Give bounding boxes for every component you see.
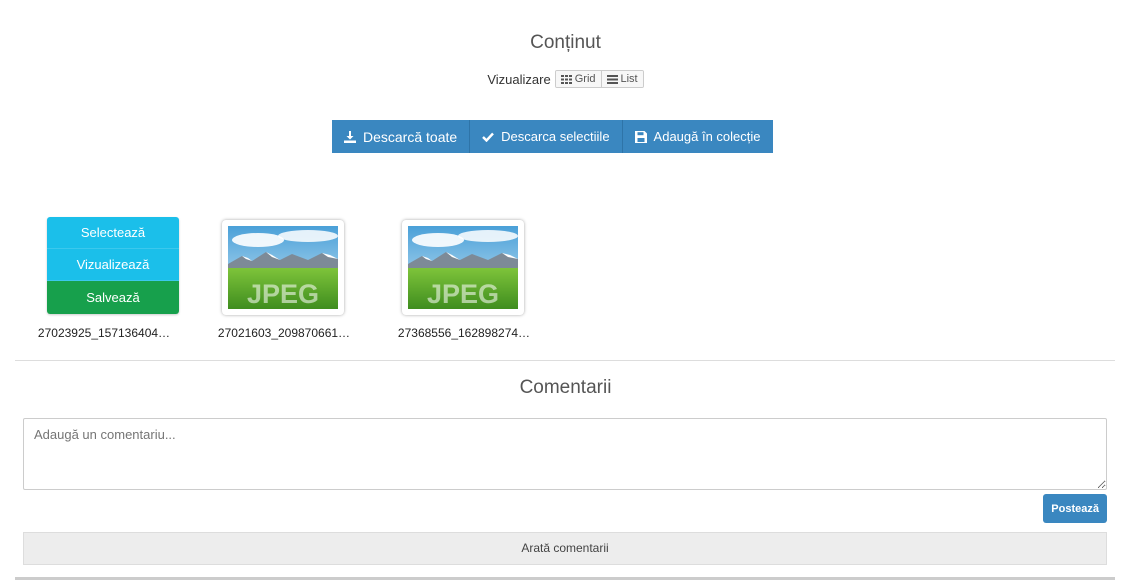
grid-icon [560, 74, 572, 84]
post-comment-button[interactable]: Postează [1043, 494, 1107, 523]
download-all-button[interactable]: Descarcă toate [332, 120, 470, 153]
view-label: Vizualizare [487, 71, 551, 87]
list-icon [606, 74, 618, 84]
bottom-divider [15, 577, 1115, 580]
jpeg-file-icon: JPEG [402, 220, 524, 315]
view-list-button[interactable]: List [600, 71, 643, 87]
download-all-label: Descarcă toate [363, 128, 458, 145]
view-toggle: Vizualizare Grid List [0, 70, 1131, 88]
file-name: 27368556_162898274… [397, 326, 531, 340]
file-name: 27021603_209870661… [217, 326, 351, 340]
content-title: Conținut [530, 32, 601, 53]
bulk-actions-toolbar: Descarcă toate Descarca selectiile Adaug… [332, 120, 773, 153]
floppy-disk-icon [634, 130, 647, 143]
comments-title: Comentarii [519, 377, 612, 398]
view-grid-label: Grid [574, 73, 596, 85]
jpeg-file-icon: JPEG [222, 220, 344, 315]
section-divider [15, 360, 1115, 361]
add-to-collection-label: Adaugă în colecție [653, 129, 761, 144]
download-selected-label: Descarca selectiile [501, 129, 610, 144]
download-selected-button[interactable]: Descarca selectiile [469, 120, 622, 153]
file-type-text: JPEG [247, 279, 319, 309]
select-file-button[interactable]: Selectează [47, 217, 179, 249]
add-to-collection-button[interactable]: Adaugă în colecție [621, 120, 773, 153]
view-list-label: List [620, 73, 638, 85]
save-file-button[interactable]: Salvează [47, 281, 179, 314]
file-hover-menu: Selectează Vizualizează Salvează [47, 217, 179, 314]
show-comments-button[interactable]: Arată comentarii [23, 532, 1107, 565]
view-button-group: Grid List [554, 70, 644, 88]
file-type-text: JPEG [427, 279, 499, 309]
view-file-button[interactable]: Vizualizează [47, 249, 179, 281]
file-name: 27023925_157136404… [37, 326, 171, 340]
download-icon [344, 130, 356, 143]
view-grid-button[interactable]: Grid [555, 71, 601, 87]
checkmark-icon [482, 132, 495, 142]
comment-input[interactable] [23, 418, 1107, 490]
